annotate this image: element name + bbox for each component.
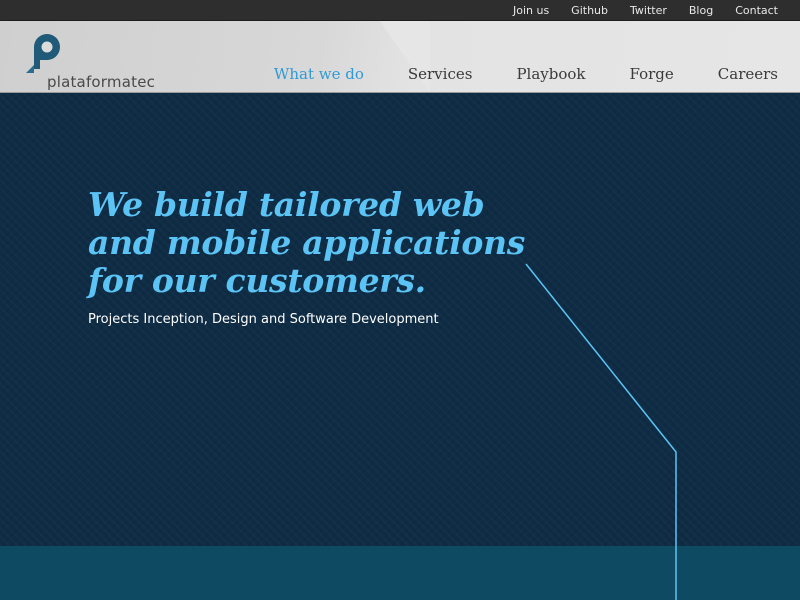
top-link-contact[interactable]: Contact: [735, 4, 778, 17]
top-link-github[interactable]: Github: [571, 4, 608, 17]
p-bubble-icon: [26, 34, 60, 73]
logo-text: plataformatec: [47, 73, 156, 91]
headline-line-2: and mobile applications: [88, 223, 526, 262]
hero-subline: Projects Inception, Design and Software …: [88, 312, 439, 327]
main-nav: What we do Services Playbook Forge Caree…: [230, 21, 800, 93]
top-bar: Join us Github Twitter Blog Contact: [0, 0, 800, 21]
top-link-twitter[interactable]: Twitter: [630, 4, 667, 17]
hero-section: We build tailored web and mobile applica…: [0, 94, 800, 546]
top-link-join-us[interactable]: Join us: [513, 4, 549, 17]
nav-careers[interactable]: Careers: [718, 65, 778, 83]
bottom-band: [0, 546, 800, 600]
headline-line-1: We build tailored web: [88, 185, 485, 224]
top-links: Join us Github Twitter Blog Contact: [513, 0, 800, 21]
headline-line-3: for our customers.: [88, 261, 426, 300]
nav-playbook[interactable]: Playbook: [516, 65, 585, 83]
nav-services[interactable]: Services: [408, 65, 473, 83]
hero-headline: We build tailored web and mobile applica…: [88, 186, 528, 300]
logo[interactable]: plataformatec: [20, 29, 170, 91]
nav-forge[interactable]: Forge: [630, 65, 674, 83]
nav-what-we-do[interactable]: What we do: [274, 65, 364, 83]
top-link-blog[interactable]: Blog: [689, 4, 713, 17]
